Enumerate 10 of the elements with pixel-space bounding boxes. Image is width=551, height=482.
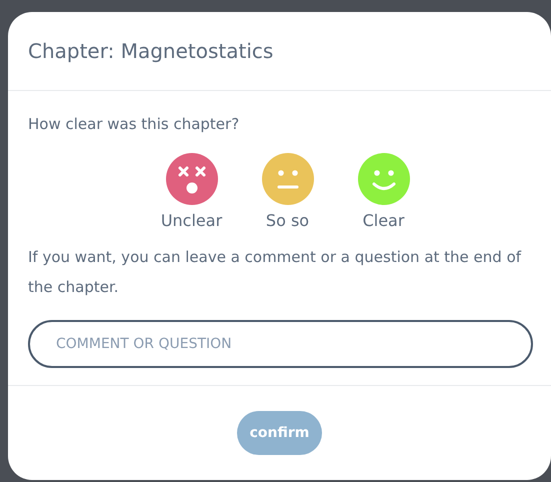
rating-label: Unclear (160, 211, 222, 230)
rating-label: So so (266, 211, 310, 230)
neutral-face-icon[interactable] (262, 153, 314, 205)
smiley-face-icon[interactable] (358, 153, 410, 205)
question-text: How clear was this chapter? (28, 115, 240, 133)
dizzy-face-icon[interactable] (166, 153, 218, 205)
rating-label: Clear (362, 211, 404, 230)
hint-text: If you want, you can leave a comment or a question at the end of the chapter. (28, 247, 522, 298)
dialog-title: Chapter: Magnetostatics (28, 39, 274, 63)
comment-field[interactable]: COMMENT OR QUESTION (28, 320, 533, 368)
